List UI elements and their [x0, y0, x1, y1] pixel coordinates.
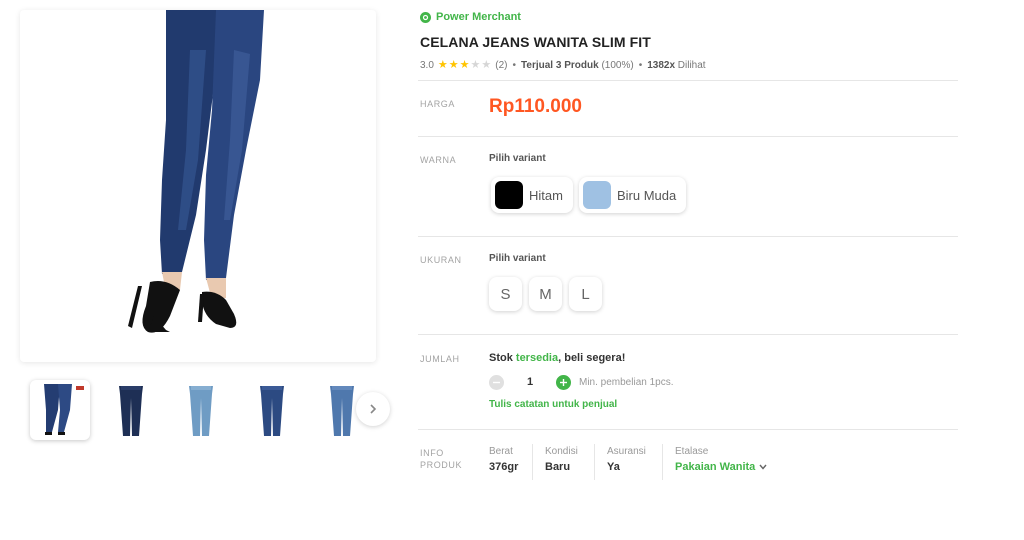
- quantity-label: JUMLAH: [420, 354, 460, 364]
- thumbnail-strip: [30, 380, 400, 440]
- rating-stars: ★ ★ ★ ★ ★: [438, 60, 491, 71]
- jeans-thumbnail-image: [260, 386, 284, 436]
- jeans-legs-image: [128, 10, 264, 333]
- section-divider: [418, 136, 958, 137]
- product-info-label-line2: PRODUK: [420, 460, 463, 470]
- thumbnail-1[interactable]: [30, 380, 90, 440]
- star-icon: ★: [448, 59, 459, 71]
- size-option-l[interactable]: L: [569, 277, 602, 311]
- power-merchant-label: Power Merchant: [436, 11, 521, 23]
- color-option-hitam[interactable]: Hitam: [491, 177, 573, 213]
- product-main-image[interactable]: [20, 10, 376, 362]
- info-insurance: Asuransi Ya: [607, 446, 646, 473]
- sold-percent: (100%): [601, 60, 634, 71]
- color-option-label: Biru Muda: [617, 187, 677, 203]
- chevron-down-icon: [759, 464, 767, 470]
- color-variant-prompt: Pilih variant: [489, 153, 546, 164]
- section-divider: [418, 429, 958, 430]
- product-meta: 3.0 ★ ★ ★ ★ ★ (2) • Terjual 3 Produk (10…: [420, 60, 706, 72]
- color-option-label: Hitam: [529, 187, 563, 203]
- etalase-link[interactable]: Pakaian Wanita: [675, 461, 767, 473]
- stock-status: Stok tersedia, beli segera!: [489, 352, 625, 364]
- view-count: 1382x: [647, 60, 676, 71]
- etalase-label: Etalase: [675, 446, 709, 457]
- price-label: HARGA: [420, 99, 456, 109]
- info-separator: [662, 444, 663, 480]
- info-condition: Kondisi Baru: [545, 446, 578, 473]
- color-label: WARNA: [420, 155, 457, 165]
- jeans-thumbnail-image: [189, 386, 213, 436]
- thumbnail-4[interactable]: [242, 380, 302, 440]
- view-label: Dilihat: [677, 60, 706, 71]
- product-price: Rp110.000: [489, 96, 582, 117]
- stock-prefix: Stok: [489, 352, 516, 364]
- quantity-increase-button[interactable]: [556, 375, 571, 390]
- section-divider: [418, 236, 958, 237]
- seller-note-link[interactable]: Tulis catatan untuk penjual: [489, 399, 617, 410]
- thumbnail-next-button[interactable]: [356, 392, 390, 426]
- size-variant-prompt: Pilih variant: [489, 253, 546, 264]
- plus-circle-icon: [560, 379, 567, 386]
- star-icon: ★: [437, 59, 448, 71]
- etalase-value: Pakaian Wanita: [675, 461, 756, 473]
- insurance-label: Asuransi: [607, 446, 646, 457]
- review-count[interactable]: (2): [495, 60, 507, 71]
- color-swatch: [583, 181, 611, 209]
- chevron-right-icon: [370, 404, 377, 414]
- size-label: UKURAN: [420, 255, 462, 265]
- jeans-thumbnail-image: [119, 386, 143, 436]
- color-option-biru-muda[interactable]: Biru Muda: [579, 177, 687, 213]
- info-separator: [594, 444, 595, 480]
- product-title: CELANA JEANS WANITA SLIM FIT: [420, 34, 651, 50]
- meta-separator: •: [638, 60, 643, 71]
- sold-label: Terjual 3 Produk: [521, 60, 599, 71]
- info-etalase: Etalase Pakaian Wanita: [675, 446, 767, 473]
- section-divider: [418, 80, 958, 81]
- info-separator: [532, 444, 533, 480]
- thumbnail-3[interactable]: [171, 380, 231, 440]
- product-info-label-line1: INFO: [420, 448, 444, 458]
- rating-value: 3.0: [420, 60, 434, 71]
- condition-label: Kondisi: [545, 446, 578, 457]
- stock-suffix: , beli segera!: [558, 352, 626, 364]
- insurance-value: Ya: [607, 461, 620, 473]
- quantity-input[interactable]: [512, 373, 548, 391]
- product-info-label: INFO PRODUK: [420, 447, 462, 471]
- meta-separator: •: [512, 60, 517, 71]
- color-swatch: [495, 181, 523, 209]
- weight-value: 376gr: [489, 461, 519, 473]
- quantity-decrease-button[interactable]: [489, 375, 504, 390]
- star-icon: ★: [481, 59, 492, 71]
- size-option-s[interactable]: S: [489, 277, 522, 311]
- power-merchant-badge: Power Merchant: [420, 11, 521, 23]
- stock-available: tersedia: [515, 352, 559, 364]
- section-divider: [418, 334, 958, 335]
- min-purchase-text: Min. pembelian 1pcs.: [579, 377, 674, 388]
- condition-value: Baru: [545, 461, 571, 473]
- info-weight: Berat 376gr: [489, 446, 518, 473]
- power-merchant-icon: [420, 11, 431, 23]
- minus-circle-icon: [493, 381, 500, 384]
- star-icon: ★: [470, 59, 481, 71]
- thumbnail-2[interactable]: [101, 380, 161, 440]
- weight-label: Berat: [489, 446, 513, 457]
- jeans-thumbnail-image: [44, 384, 84, 435]
- star-icon: ★: [459, 59, 470, 71]
- size-option-m[interactable]: M: [529, 277, 562, 311]
